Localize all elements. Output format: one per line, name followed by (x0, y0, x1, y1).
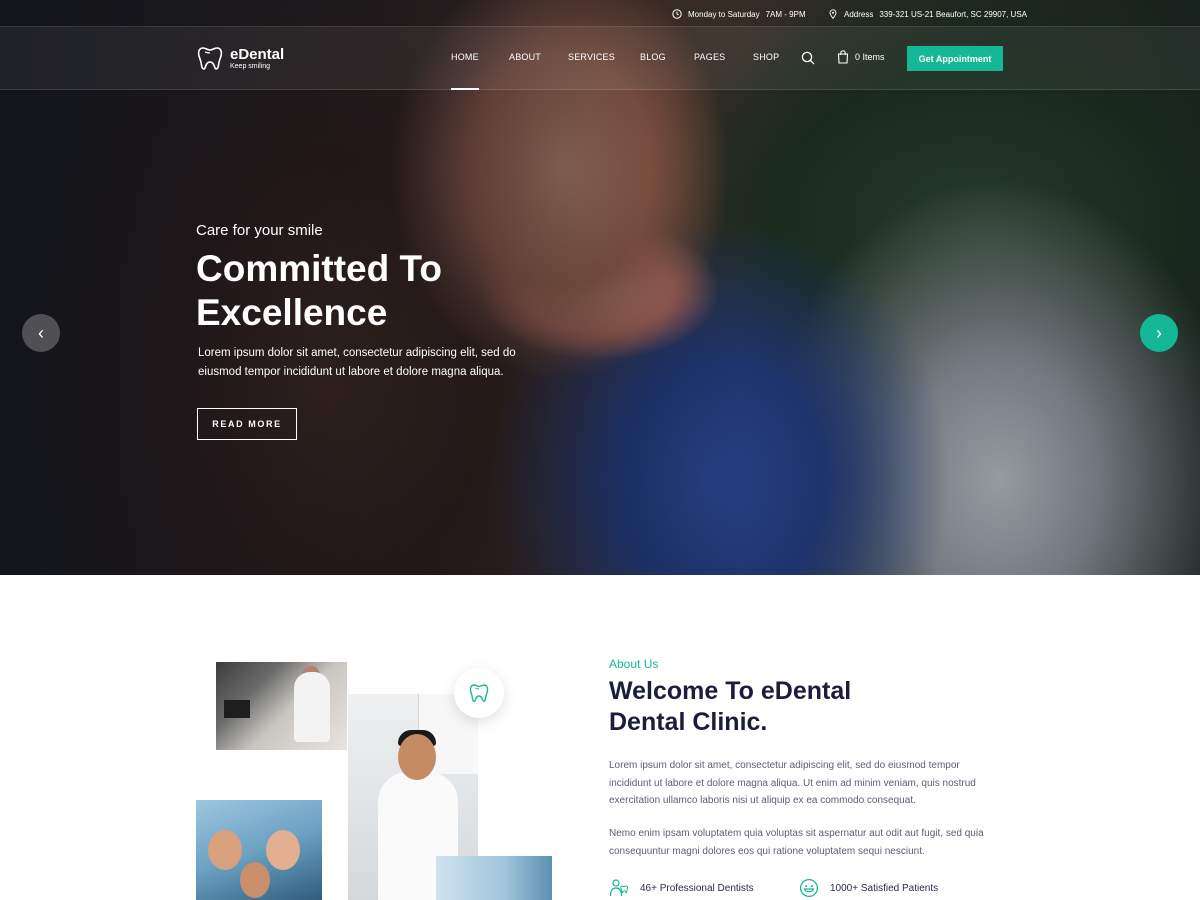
about-title: Welcome To eDental Dental Clinic. (609, 676, 969, 738)
hero-description: Lorem ipsum dolor sit amet, consectetur … (198, 347, 516, 378)
nav-item-home[interactable]: HOME (451, 52, 479, 90)
tooth-logo-icon (197, 47, 223, 70)
read-more-button[interactable]: READ MORE (197, 408, 297, 440)
main-navbar: eDental Keep smiling HOME ABOUT SERVICES… (0, 27, 1200, 90)
get-appointment-button[interactable]: Get Appointment (907, 46, 1003, 71)
cart-icon (837, 50, 849, 64)
chevron-left-icon: ‹ (38, 322, 44, 343)
brand-logo[interactable]: eDental Keep smiling (196, 44, 284, 72)
about-paragraph-1: Lorem ipsum dolor sit amet, consectetur … (609, 760, 976, 806)
nav-item-about[interactable]: ABOUT (509, 52, 541, 62)
nav-item-services[interactable]: SERVICES (568, 52, 615, 62)
cart-count: 0 Items (855, 52, 885, 62)
about-paragraph-2: Nemo enim ipsam voluptatem quia voluptas… (609, 828, 984, 857)
hours-value: 7AM - 9PM (765, 9, 806, 19)
slider-next-button[interactable]: › (1140, 314, 1178, 352)
feature-patients: 1000+ Satisfied Patients (799, 878, 938, 898)
about-title-line1: Welcome To eDental (609, 677, 852, 705)
about-kicker: About Us (609, 657, 659, 671)
dental-clinic-photo (436, 856, 552, 900)
location-pin-icon (829, 9, 837, 19)
feature-dentists: 46+ Professional Dentists (609, 878, 754, 898)
top-info-bar: Monday to Saturday 7AM - 9PM Address 339… (0, 0, 1200, 27)
feature-dentists-label: 46+ Professional Dentists (640, 882, 754, 894)
hero-title-line1: Committed To (196, 248, 442, 289)
brand-tagline: Keep smiling (230, 62, 271, 70)
address-label: Address (844, 9, 874, 19)
search-icon[interactable] (801, 51, 815, 65)
clock-icon (672, 9, 682, 19)
hours-label: Monday to Saturday (688, 9, 760, 19)
dental-team-photo (196, 800, 322, 900)
nav-item-shop[interactable]: SHOP (753, 52, 779, 62)
nav-item-pages[interactable]: PAGES (694, 52, 725, 62)
opening-hours: Monday to Saturday 7AM - 9PM (672, 9, 806, 19)
slider-prev-button[interactable]: ‹ (22, 314, 60, 352)
smile-icon (799, 878, 819, 898)
about-title-line2: Dental Clinic. (609, 708, 768, 736)
address-info: Address 339-321 US-21 Beaufort, SC 29907… (828, 9, 1027, 19)
brand-name: eDental (230, 45, 285, 63)
hero-title-line2: Excellence (196, 292, 388, 333)
cart-button[interactable]: 0 Items (837, 50, 885, 64)
hero-slider: Monday to Saturday 7AM - 9PM Address 339… (0, 0, 1200, 575)
hero-subtitle: Care for your smile (196, 222, 323, 239)
hero-title: Committed To Excellence (196, 247, 576, 335)
dentist-treatment-photo (216, 662, 347, 750)
feature-patients-label: 1000+ Satisfied Patients (830, 882, 939, 894)
address-value: 339-321 US-21 Beaufort, SC 29907, USA (879, 9, 1028, 19)
nav-item-blog[interactable]: BLOG (640, 52, 666, 62)
tooth-badge (454, 668, 504, 718)
chevron-right-icon: › (1156, 322, 1162, 343)
tooth-badge-icon (469, 684, 489, 702)
dentist-icon (609, 879, 629, 897)
